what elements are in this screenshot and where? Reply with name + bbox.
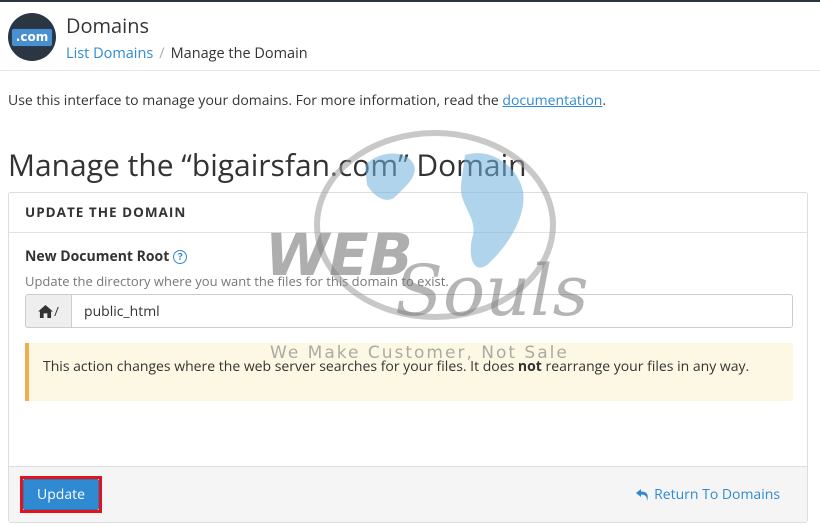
document-root-input-group: / <box>25 294 793 328</box>
domains-app-icon: .com <box>8 13 56 61</box>
alert-text-end: rearrange your files in any way. <box>541 357 750 376</box>
intro-end: . <box>602 91 607 110</box>
undo-arrow-icon <box>636 488 648 501</box>
breadcrumb: List Domains / Manage the Domain <box>66 44 308 63</box>
document-root-input[interactable] <box>71 294 793 328</box>
dotcom-icon: .com <box>10 27 54 47</box>
document-root-label-text: New Document Root <box>25 247 170 266</box>
update-button[interactable]: Update <box>23 479 99 510</box>
breadcrumb-list-domains-link[interactable]: List Domains <box>66 44 153 63</box>
document-root-label: New Document Root? <box>25 247 188 266</box>
warning-alert: This action changes where the web server… <box>25 343 793 401</box>
home-path-addon: / <box>25 294 71 328</box>
question-circle-icon[interactable]: ? <box>173 250 188 264</box>
return-to-domains-link[interactable]: Return To Domains <box>636 485 780 504</box>
intro-text: Use this interface to manage your domain… <box>8 91 606 110</box>
alert-text-bold: not <box>517 357 542 376</box>
alert-text-start: This action changes where the web server… <box>43 357 518 376</box>
panel-footer: Update Return To Domains <box>9 466 807 522</box>
breadcrumb-current: Manage the Domain <box>170 44 308 63</box>
page-title: Manage the “bigairsfan.com” Domain <box>8 144 527 185</box>
page-header: .com Domains List Domains / Manage the Dom… <box>0 2 820 71</box>
document-root-help: Update the directory where you want the … <box>25 272 449 290</box>
breadcrumb-separator: / <box>159 44 165 63</box>
update-domain-panel: UPDATE THE DOMAIN New Document Root? Upd… <box>8 192 808 523</box>
return-to-domains-label: Return To Domains <box>654 485 780 504</box>
intro-body: Use this interface to manage your domain… <box>8 91 503 110</box>
path-prefix: / <box>54 302 59 320</box>
app-title: Domains <box>66 12 150 39</box>
documentation-link[interactable]: documentation <box>502 91 602 110</box>
panel-heading: UPDATE THE DOMAIN <box>9 193 807 233</box>
home-icon <box>38 304 54 318</box>
